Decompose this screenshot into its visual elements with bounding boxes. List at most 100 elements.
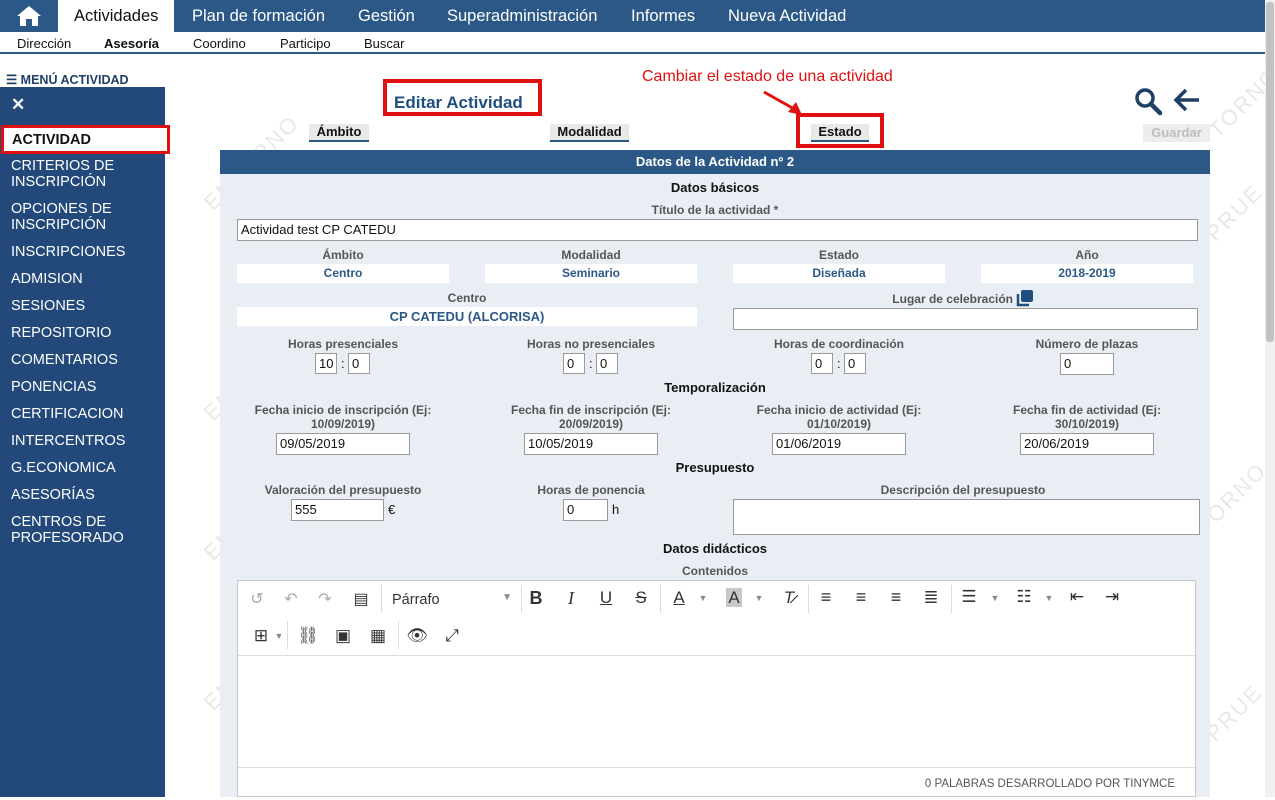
sidebar-item-opciones[interactable]: OPCIONES DE INSCRIPCIÓN [11,201,161,233]
watermark-text: ORNO [1201,457,1272,528]
sidebar-item-geconomica[interactable]: G.ECONOMICA [11,460,161,476]
back-arrow-icon[interactable] [1173,87,1201,113]
close-icon[interactable]: ✕ [11,95,25,115]
highlight-color-icon[interactable]: A [721,588,747,608]
plazas-input[interactable]: 0 [1060,353,1114,375]
sidebar-item-comentarios[interactable]: COMENTARIOS [11,352,161,368]
fullscreen-icon[interactable]: ⤢ [439,626,465,646]
page-title-highlight: Editar Actividad [383,79,542,116]
sidebar-item-criterios[interactable]: CRITERIOS DE INSCRIPCIÓN [11,158,161,190]
italic-icon[interactable]: I [558,588,584,609]
save-button[interactable]: Guardar [1143,124,1210,142]
home-button[interactable] [0,0,58,32]
colon-separator: : [589,356,593,371]
horas-no-presenciales-m[interactable]: 0 [596,353,618,374]
horas-ponencia-input[interactable]: 0 [563,499,608,521]
form-header: Datos de la Actividad nº 2 [220,150,1210,174]
fecha-inicio-inscripcion-input[interactable]: 09/05/2019 [276,433,410,455]
strikethrough-icon[interactable]: S [628,588,654,608]
chevron-down-icon[interactable]: ▼ [266,631,292,641]
fecha-fin-actividad-input[interactable]: 20/06/2019 [1020,433,1154,455]
chevron-down-icon: ▼ [502,592,512,603]
watermark-text: PRUE [1200,679,1268,746]
valoracion-input[interactable]: 555 [291,499,384,521]
horas-no-presenciales-h[interactable]: 0 [563,353,585,374]
estado-highlight [796,113,884,148]
align-center-icon[interactable]: ≡ [848,587,874,608]
outdent-icon[interactable]: ⇤ [1064,587,1090,607]
clear-format-icon[interactable]: T̷ [776,588,802,608]
titulo-label: Título de la actividad * [651,203,779,217]
align-left-icon[interactable]: ≡ [813,587,839,608]
valoracion-label: Valoración del presupuesto [264,483,422,497]
subnav-buscar[interactable]: Buscar [364,36,404,51]
image-icon[interactable]: ▣ [330,626,356,646]
fecha-fin-actividad-label: Fecha fin de actividad (Ej: 30/10/2019) [1012,403,1162,431]
indent-icon[interactable]: ⇥ [1099,587,1125,607]
topnav-informes[interactable]: Informes [615,0,711,32]
editor-content-area[interactable] [238,656,1195,766]
fecha-inicio-inscripcion-label: Fecha inicio de inscripción (Ej: 10/09/2… [254,403,432,431]
format-select-value: Párrafo [392,592,440,608]
horas-presenciales-m[interactable]: 0 [348,353,370,374]
sidebar-item-repositorio[interactable]: REPOSITORIO [11,325,161,341]
fecha-fin-inscripcion-input[interactable]: 10/05/2019 [524,433,658,455]
paste-icon[interactable]: ▤ [348,589,374,609]
chevron-down-icon[interactable]: ▼ [982,593,1008,603]
horas-coordinacion-m[interactable]: 0 [844,353,866,374]
titulo-input[interactable]: Actividad test CP CATEDU [237,219,1198,241]
horas-coordinacion-h[interactable]: 0 [811,353,833,374]
chevron-down-icon[interactable]: ▼ [746,593,772,603]
sidebar-item-asesorias[interactable]: ASESORÍAS [11,487,161,503]
fecha-inicio-actividad-input[interactable]: 01/06/2019 [772,433,906,455]
centro-label: Centro [447,291,487,305]
format-select[interactable]: Párrafo ▼ [392,592,512,612]
redo-icon[interactable]: ↷ [312,589,338,609]
sidebar-item-actividad[interactable]: ACTIVIDAD [1,125,170,154]
align-right-icon[interactable]: ≡ [883,587,909,608]
sidebar-item-ponencias[interactable]: PONENCIAS [11,379,161,395]
horas-presenciales-h[interactable]: 10 [315,353,337,374]
scrollbar-thumb[interactable] [1266,2,1274,342]
underline-icon[interactable]: U [593,588,619,608]
topnav-actividades[interactable]: Actividades [58,0,175,32]
topnav-gestion[interactable]: Gestión [342,0,431,32]
text-color-icon[interactable]: A [666,588,692,608]
chevron-down-icon[interactable]: ▼ [690,593,716,603]
history-icon[interactable]: ↺ [244,589,270,609]
subnav-asesoria[interactable]: Asesoría [104,36,159,51]
preview-eye-icon[interactable]: 👁 [404,626,430,646]
sidebar-item-inscripciones[interactable]: INSCRIPCIONES [11,244,161,260]
sidebar-item-centros-profesorado[interactable]: CENTROS DE PROFESORADO [11,514,161,546]
ambito-label: Ámbito [322,248,364,262]
undo-icon[interactable]: ↶ [278,589,304,609]
media-icon[interactable]: ▦ [365,626,391,646]
annotation-text: Cambiar el estado de una actividad [642,68,893,85]
modalidad-label: Modalidad [561,248,621,262]
sidebar-item-admision[interactable]: ADMISION [11,271,161,287]
tab-ambito[interactable]: Ámbito [309,124,369,142]
link-icon[interactable]: ⛓ [295,626,321,646]
tab-modalidad[interactable]: Modalidad [550,124,629,142]
editor-statusbar: 0 PALABRAS DESARROLLADO POR TINYMCE [238,767,1195,797]
topnav-nueva-actividad[interactable]: Nueva Actividad [712,0,862,32]
topnav-plan-formacion[interactable]: Plan de formación [176,0,341,32]
numbered-list-icon[interactable]: ☷ [1011,587,1037,607]
search-icon[interactable] [1133,86,1163,116]
bullet-list-icon[interactable]: ☰ [956,587,982,607]
lugar-input[interactable] [733,308,1198,330]
sidebar-item-certificacion[interactable]: CERTIFICACION [11,406,161,422]
copy-icon[interactable] [1016,289,1034,307]
subnav-coordino[interactable]: Coordino [193,36,246,51]
sidebar-item-sesiones[interactable]: SESIONES [11,298,161,314]
subnav-participo[interactable]: Participo [280,36,331,51]
hours-unit: h [612,502,620,517]
menu-actividad-title[interactable]: ☰ MENÚ ACTIVIDAD [6,72,129,87]
bold-icon[interactable]: B [523,588,549,609]
chevron-down-icon[interactable]: ▼ [1036,593,1062,603]
descripcion-textarea[interactable] [733,499,1200,535]
align-justify-icon[interactable]: ≣ [918,587,944,608]
sidebar-item-intercentros[interactable]: INTERCENTROS [11,433,161,449]
subnav-direccion[interactable]: Dirección [17,36,71,51]
topnav-superadministracion[interactable]: Superadministración [431,0,613,32]
